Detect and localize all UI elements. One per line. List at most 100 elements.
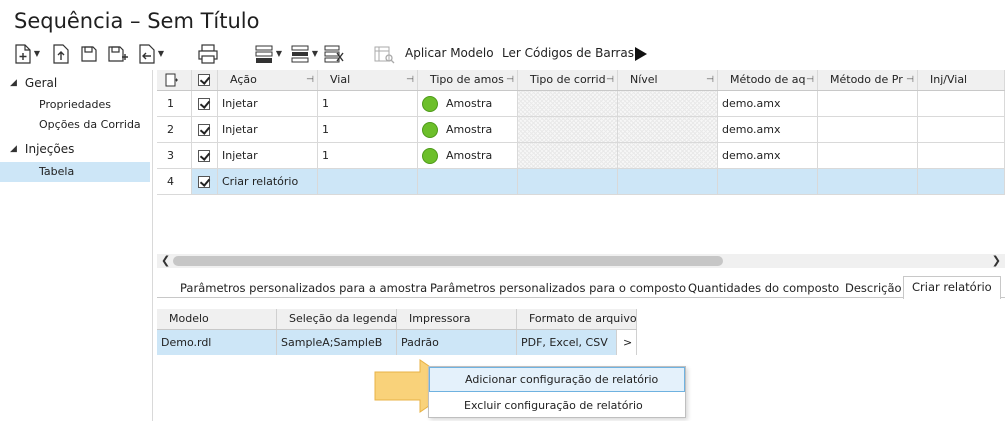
row-checkbox[interactable] [192, 117, 218, 142]
inj-per-vial-cell[interactable] [918, 169, 1005, 194]
acq-method-cell[interactable]: demo.amx [718, 143, 818, 168]
pin-icon[interactable]: ⊣ [906, 70, 914, 90]
run-type-cell [518, 91, 618, 116]
nav-group-label: Geral [24, 76, 58, 90]
vial-cell[interactable]: 1 [318, 143, 418, 168]
vial-cell[interactable]: 1 [318, 91, 418, 116]
legend-cell[interactable]: SampleA;SampleB [277, 330, 397, 355]
row-checkbox[interactable] [192, 169, 218, 194]
export-icon[interactable]: ▼ [134, 42, 168, 66]
row-checkbox[interactable] [192, 91, 218, 116]
proc-method-cell[interactable] [818, 91, 918, 116]
row-selector-icon[interactable] [157, 70, 192, 90]
table-row-selected[interactable]: 4 Criar relatório [157, 169, 1005, 195]
sample-type-cell[interactable]: Amostra [418, 143, 518, 168]
column-header-sample-type[interactable]: Tipo de amos ⊣ [418, 70, 518, 90]
action-cell[interactable]: Injetar [218, 143, 318, 168]
column-header-run-type[interactable]: Tipo de corrid ⊣ [518, 70, 618, 90]
select-all-checkbox[interactable] [192, 70, 218, 90]
column-header-printer[interactable]: Impressora [397, 309, 517, 329]
acq-method-cell[interactable] [718, 169, 818, 194]
table-row[interactable]: 2 Injetar 1 Amostra demo.amx [157, 117, 1005, 143]
template-icon[interactable] [372, 42, 396, 66]
tab-sample-params[interactable]: Parâmetros personalizados para a amostra [180, 278, 427, 298]
level-cell [618, 143, 718, 168]
tab-compound-params[interactable]: Parâmetros personalizados para o compost… [430, 278, 686, 298]
save-icon[interactable] [78, 42, 100, 66]
pin-icon[interactable]: ⊣ [406, 70, 414, 90]
new-icon[interactable]: ▼ [10, 42, 44, 66]
status-dot-icon [422, 96, 438, 112]
pin-icon[interactable]: ⊣ [606, 70, 614, 90]
proc-method-cell[interactable] [818, 143, 918, 168]
inj-per-vial-cell[interactable] [918, 91, 1005, 116]
run-type-cell[interactable] [518, 169, 618, 194]
row-number: 2 [157, 117, 192, 142]
acq-method-cell[interactable]: demo.amx [718, 91, 818, 116]
column-header-acq-method[interactable]: Método de aq ⊣ [718, 70, 818, 90]
toolbar: ▼ ▼ ▼ ▼ Aplicar Modelo Ler Códigos de Ba… [10, 42, 710, 66]
level-cell[interactable] [618, 169, 718, 194]
nav-group-injections[interactable]: ◢ Injeções [10, 142, 74, 156]
nav-group-general[interactable]: ◢ Geral [10, 76, 57, 90]
insert-row-icon[interactable]: ▼ [250, 42, 286, 66]
model-cell[interactable]: Demo.rdl [157, 330, 277, 355]
apply-template-button[interactable]: Aplicar Modelo [405, 46, 494, 60]
vial-cell[interactable]: 1 [318, 117, 418, 142]
pin-icon[interactable]: ⊣ [806, 70, 814, 90]
table-row[interactable]: 3 Injetar 1 Amostra demo.amx [157, 143, 1005, 169]
proc-method-cell[interactable] [818, 169, 918, 194]
print-icon[interactable] [196, 42, 220, 66]
table-row[interactable]: 1 Injetar 1 Amostra demo.amx [157, 91, 1005, 117]
action-cell[interactable]: Injetar [218, 91, 318, 116]
read-barcodes-button[interactable]: Ler Códigos de Barras [502, 46, 634, 60]
acq-method-cell[interactable]: demo.amx [718, 117, 818, 142]
column-header-action[interactable]: Ação ⊣ [218, 70, 318, 90]
expanded-triangle-icon[interactable]: ◢ [10, 144, 17, 154]
column-header-inj-per-vial[interactable]: Inj/Vial [918, 70, 1005, 90]
sample-type-cell[interactable]: Amostra [418, 117, 518, 142]
tab-create-report[interactable]: Criar relatório [903, 276, 1001, 299]
menu-item-delete-report-config[interactable]: Excluir configuração de relatório [429, 393, 685, 418]
sample-type-cell[interactable] [418, 169, 518, 194]
sample-type-cell[interactable]: Amostra [418, 91, 518, 116]
horizontal-scrollbar[interactable]: ❮ ❯ [157, 254, 1005, 268]
printer-cell[interactable]: Padrão [397, 330, 517, 355]
nav-item-properties[interactable]: Propriedades [0, 95, 150, 115]
scrollbar-thumb[interactable] [173, 256, 723, 266]
save-as-icon[interactable] [106, 42, 130, 66]
scroll-right-icon[interactable]: ❯ [992, 254, 1001, 268]
more-button[interactable]: > [617, 330, 637, 355]
import-icon[interactable] [50, 42, 72, 66]
row-checkbox[interactable] [192, 143, 218, 168]
column-header-proc-method[interactable]: Método de Pr ⊣ [818, 70, 918, 90]
column-header-legend[interactable]: Seleção da legenda [277, 309, 397, 329]
action-cell[interactable]: Criar relatório [218, 169, 318, 194]
pin-icon[interactable]: ⊣ [506, 70, 514, 90]
column-header-level[interactable]: Nível ⊣ [618, 70, 718, 90]
inj-per-vial-cell[interactable] [918, 143, 1005, 168]
vial-cell[interactable] [318, 169, 418, 194]
pin-icon[interactable]: ⊣ [306, 70, 314, 90]
proc-method-cell[interactable] [818, 117, 918, 142]
injection-grid: Ação ⊣ Vial ⊣ Tipo de amos ⊣ Tipo de corrid… [157, 70, 1005, 254]
tab-compound-quantities[interactable]: Quantidades do composto [688, 278, 839, 298]
file-format-cell[interactable]: PDF, Excel, CSV [517, 330, 617, 355]
table-row[interactable]: Demo.rdl SampleA;SampleB Padrão PDF, Exc… [157, 330, 637, 355]
fill-down-icon[interactable] [322, 42, 346, 66]
play-icon[interactable] [630, 42, 650, 66]
menu-item-add-report-config[interactable]: Adicionar configuração de relatório [429, 367, 685, 392]
scroll-left-icon[interactable]: ❮ [161, 254, 170, 268]
nav-item-run-options[interactable]: Opções da Corrida [0, 115, 150, 135]
delete-row-icon[interactable]: ▼ [286, 42, 322, 66]
column-header-model[interactable]: Modelo [157, 309, 277, 329]
pin-icon[interactable]: ⊣ [706, 70, 714, 90]
level-cell [618, 91, 718, 116]
nav-item-table[interactable]: Tabela [0, 162, 150, 182]
inj-per-vial-cell[interactable] [918, 117, 1005, 142]
column-header-vial[interactable]: Vial ⊣ [318, 70, 418, 90]
column-header-file-format[interactable]: Formato de arquivo [517, 309, 637, 329]
tab-description[interactable]: Descrição [845, 278, 902, 298]
expanded-triangle-icon[interactable]: ◢ [10, 78, 17, 88]
action-cell[interactable]: Injetar [218, 117, 318, 142]
